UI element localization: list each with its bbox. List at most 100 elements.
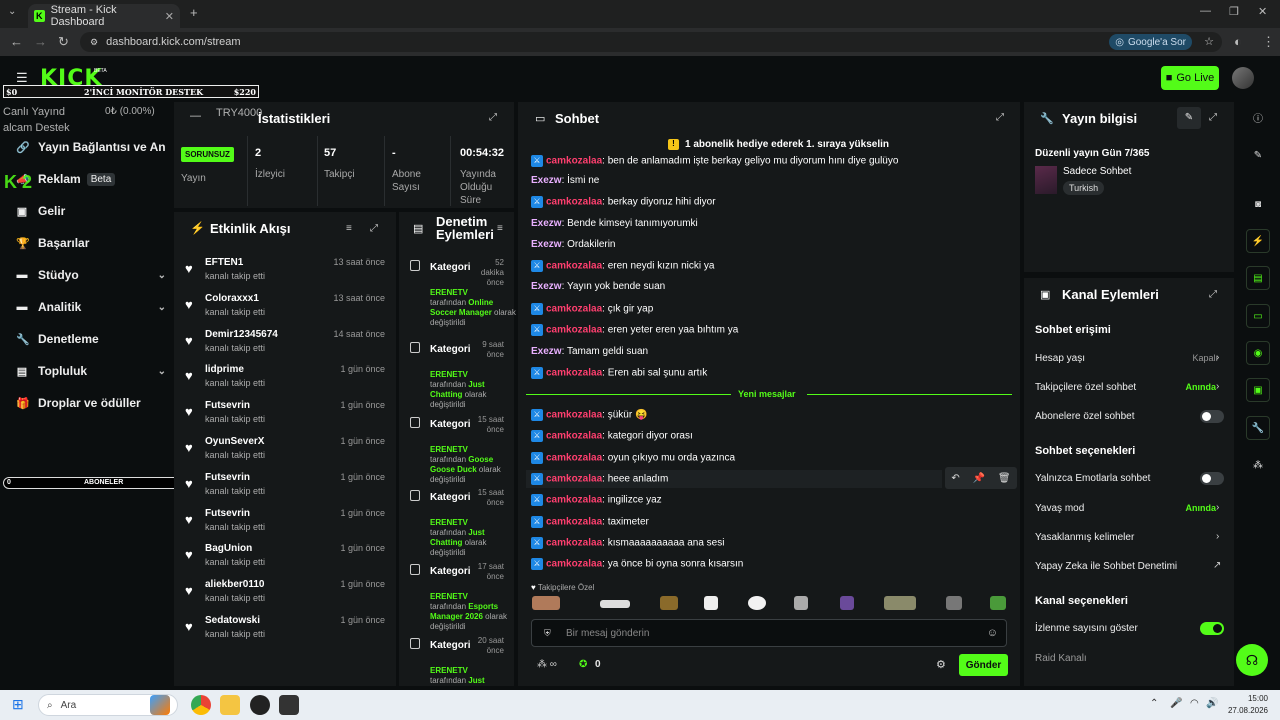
chevron-right-icon[interactable]: › [1216, 381, 1219, 392]
expand-icon[interactable]: ⤢ [489, 112, 497, 123]
volume-icon[interactable]: 🔊 [1206, 698, 1218, 709]
expand-icon[interactable]: ⤢ [1209, 289, 1217, 300]
chat-username[interactable]: camkozalaa [546, 156, 602, 167]
info-icon[interactable]: ⓘ [1246, 105, 1270, 129]
activity-item[interactable]: ♥ Futsevrin kanalı takip etti 1 gün önce [183, 472, 389, 502]
moderation-item[interactable]: Kategori 9 saat önce ERENETV tarafından Jus… [408, 340, 508, 409]
emote-icon[interactable] [532, 596, 560, 610]
reload-icon[interactable]: ↻ [58, 34, 69, 50]
pin-icon[interactable]: 📌 [973, 473, 985, 484]
chat-message[interactable]: ⚔ camkozalaa: çık gir yap [531, 303, 653, 315]
ai-moderation-label[interactable]: Yapay Zeka ile Sohbet Denetimi [1035, 561, 1177, 572]
emote-icon[interactable] [990, 596, 1006, 610]
send-button[interactable]: Gönder [959, 654, 1008, 676]
chat-message[interactable]: Exezw: Ordakilerin [531, 239, 616, 250]
emote-icon[interactable] [794, 596, 808, 610]
activity-item[interactable]: ♥ EFTEN1 kanalı takip etti 13 saat önce [183, 257, 389, 287]
slow-mode-label[interactable]: Yavaş mod [1035, 503, 1084, 514]
browser-tab[interactable]: K Stream - Kick Dashboard ✕ [28, 4, 180, 28]
bookmark-star-icon[interactable]: ☆ [1204, 35, 1214, 48]
chat-message[interactable]: Exezw: Tamam geldi suan [531, 346, 648, 357]
edit-stream-icon[interactable]: ✎ [1246, 143, 1270, 167]
hamburger-menu-icon[interactable]: ☰ [16, 70, 28, 86]
mic-icon[interactable]: 🎤 [1170, 698, 1182, 709]
go-live-button[interactable]: ■ Go Live [1161, 66, 1219, 90]
chat-message[interactable]: Exezw: Yayın yok bende suan [531, 281, 665, 292]
user-avatar[interactable] [1232, 67, 1254, 89]
sidebar-item-stream-key[interactable]: 🔗 Yayın Bağlantısı ve Anahtar [16, 140, 166, 154]
stream-category[interactable]: Sadece Sohbet [1063, 166, 1131, 177]
chat-username[interactable]: camkozalaa [546, 368, 602, 379]
subs-chat-toggle[interactable] [1200, 410, 1224, 423]
chat-message[interactable]: Exezw: Bende kimseyi tanımıyorumki [531, 218, 698, 229]
emote-icon[interactable] [946, 596, 962, 610]
chat-username[interactable]: Exezw [531, 239, 562, 250]
chevron-right-icon[interactable]: › [1216, 502, 1219, 513]
sidebar-item-drops[interactable]: 🎁 Droplar ve ödüller [16, 396, 166, 410]
chat-message[interactable]: ⚔ camkozalaa: heee anladım [526, 470, 942, 488]
filter-icon[interactable]: ≡ [497, 223, 503, 234]
expand-icon[interactable]: ⤢ [996, 112, 1004, 123]
chat-message[interactable]: ⚔ camkozalaa: ben de anlamadım işte berka… [531, 155, 898, 167]
activity-item[interactable]: ♥ Futsevrin kanalı takip etti 1 gün önce [183, 400, 389, 430]
chat-username[interactable]: Exezw [531, 281, 562, 292]
tab-menu-icon[interactable]: ⌄ [8, 6, 16, 17]
collapse-icon[interactable]: — [190, 110, 201, 122]
chat-username[interactable]: Exezw [531, 346, 562, 357]
points-icon[interactable]: ⁂ ∞ [537, 659, 557, 670]
emote-icon[interactable] [704, 596, 718, 610]
activity-item[interactable]: ♥ Coloraxxx1 kanalı takip etti 13 saat önce [183, 293, 389, 323]
activity-item[interactable]: ♥ BagUnion kanalı takip etti 1 gün önce [183, 543, 389, 573]
chat-input[interactable]: ⛨ Bir mesaj gönderin ☺ [531, 619, 1007, 647]
emote-only-toggle[interactable] [1200, 472, 1224, 485]
show-views-toggle[interactable] [1200, 622, 1224, 635]
chat-message[interactable]: ⚔ camkozalaa: oyun çıkıyo mu orda yazınca [531, 452, 735, 464]
moderation-item[interactable]: Kategori 20 saat önce ERENETV tarafından Ju… [408, 636, 508, 696]
camera-icon[interactable]: ◙ [1246, 192, 1270, 216]
chevron-right-icon[interactable]: › [1216, 352, 1219, 363]
chat-message[interactable]: ⚔ camkozalaa: ya önce bi oyna sonra kısar… [531, 558, 743, 570]
settings-gear-icon[interactable]: ⚙ [936, 658, 946, 671]
raid-channel-label[interactable]: Raid Kanalı [1035, 653, 1087, 664]
sidebar-item-ads[interactable]: 📣 Reklam Beta [16, 172, 166, 186]
chat-username[interactable]: camkozalaa [546, 431, 602, 442]
sidebar-item-studio[interactable]: ▬ Stüdyo ⌄ [16, 268, 167, 282]
expand-icon[interactable]: ⤢ [370, 223, 378, 234]
activity-item[interactable]: ♥ Sedatowski kanalı takip etti 1 gün önce [183, 615, 389, 645]
player-icon[interactable]: ◉ [1246, 341, 1270, 365]
emote-icon[interactable] [840, 596, 854, 610]
activity-item[interactable]: ♥ lidprime kanalı takip etti 1 gün önce [183, 364, 389, 394]
wifi-icon[interactable]: ◠ [1190, 698, 1199, 709]
chat-username[interactable]: Exezw [531, 218, 562, 229]
taskbar-clock[interactable]: 15:00 27.08.2026 [1228, 693, 1268, 717]
chrome-menu-icon[interactable]: ⋮ [1262, 34, 1275, 50]
moderation-item[interactable]: Kategori 15 saat önce ERENETV tarafından Go… [408, 415, 508, 484]
maximize-icon[interactable]: ❐ [1229, 5, 1239, 18]
profile-icon[interactable]: ◐ [1234, 34, 1242, 49]
chat-username[interactable]: camkozalaa [546, 517, 602, 528]
chat-username[interactable]: camkozalaa [546, 453, 602, 464]
file-explorer-icon[interactable] [220, 695, 240, 715]
chat-message[interactable]: ⚔ camkozalaa: eren neydi kızın nicki ya [531, 260, 714, 272]
close-tab-icon[interactable]: ✕ [165, 10, 174, 23]
sidebar-item-achievements[interactable]: 🏆 Başarılar [16, 236, 166, 250]
chat-username[interactable]: camkozalaa [546, 474, 602, 485]
activity-item[interactable]: ♥ Demir12345674 kanalı takip etti 14 saat ö… [183, 329, 389, 359]
windows-start-icon[interactable]: ⊞ [12, 696, 24, 713]
minimize-icon[interactable]: — [1200, 5, 1211, 17]
app-icon[interactable] [279, 695, 299, 715]
chat-username[interactable]: camkozalaa [546, 559, 602, 570]
followers-chat-label[interactable]: Takipçilere özel sohbet [1035, 382, 1136, 393]
forward-icon[interactable]: → [34, 34, 47, 49]
site-info-icon[interactable]: ⚙ [90, 37, 98, 48]
back-icon[interactable]: ← [10, 34, 23, 49]
reply-icon[interactable]: ↶ [951, 473, 959, 484]
channel-rail-icon[interactable]: ▣ [1246, 378, 1270, 402]
apps-icon[interactable]: ⁂ [1246, 453, 1270, 477]
delete-icon[interactable]: 🗑 [998, 473, 1011, 484]
emoji-icon[interactable]: ☺ [987, 627, 998, 639]
emote-icon[interactable] [600, 600, 630, 608]
sidebar-item-moderation[interactable]: 🔧 Denetleme [16, 332, 166, 346]
sidebar-item-community[interactable]: ▤ Topluluk ⌄ [16, 364, 166, 378]
chat-username[interactable]: camkozalaa [546, 325, 602, 336]
